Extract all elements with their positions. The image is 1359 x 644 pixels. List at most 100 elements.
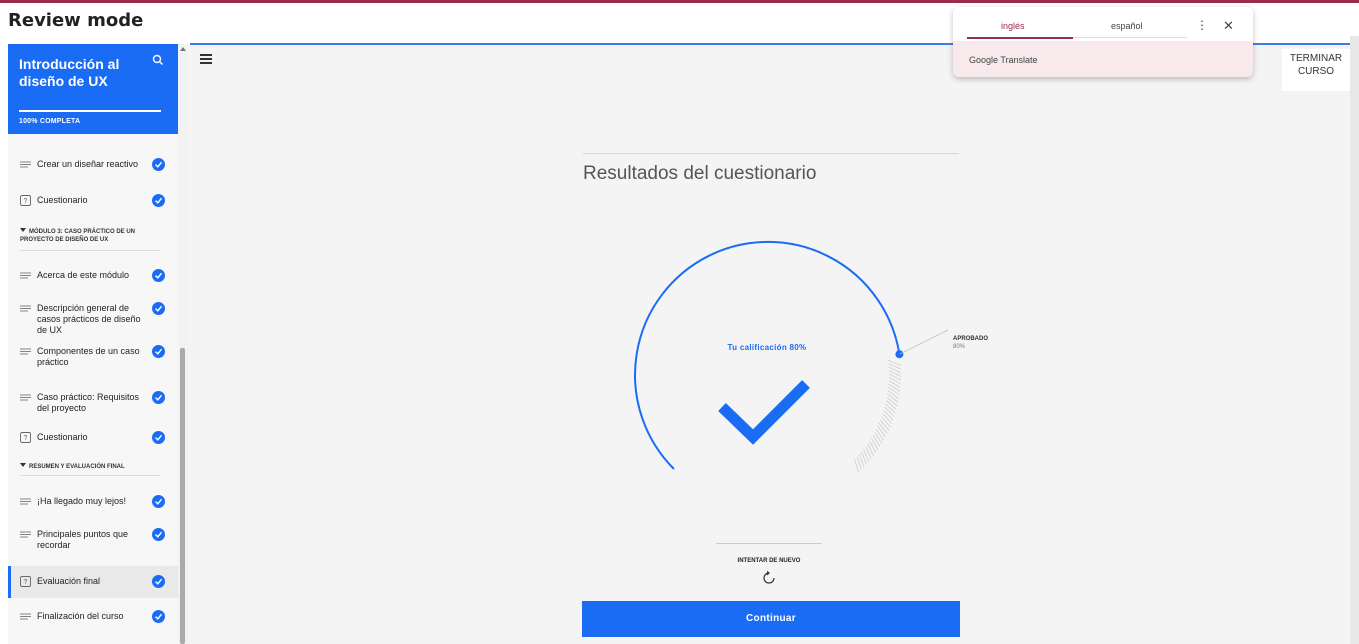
sidebar-item-label: Crear un diseñar reactivo	[37, 159, 139, 169]
lines-icon	[20, 531, 31, 538]
sidebar-item-label: Cuestionario	[37, 432, 88, 442]
hatch-line	[888, 380, 901, 388]
retry-label[interactable]: INTENTAR DE NUEVO	[716, 558, 822, 564]
completed-check-icon	[152, 610, 165, 623]
section-divider	[20, 475, 160, 476]
active-tab-indicator	[967, 37, 1073, 39]
section-divider	[20, 250, 160, 251]
svg-text:?: ?	[24, 198, 28, 205]
tab-divider	[1073, 37, 1187, 38]
tab-target-language[interactable]: español	[1111, 21, 1143, 31]
sidebar-item-label: Acerca de este módulo	[37, 270, 130, 280]
continue-button[interactable]: Continuar	[582, 601, 960, 637]
google-translate-popup: inglés español ⋮ ✕ Google Translate	[953, 7, 1253, 77]
hatch-line	[885, 403, 896, 414]
hatch-line	[887, 390, 900, 399]
search-icon[interactable]	[152, 54, 164, 66]
completed-check-icon	[152, 269, 165, 282]
quiz-icon: ?	[20, 195, 31, 206]
section-header[interactable]: MÓDULO 3: CASO PRÁCTICO DE UN PROYECTO D…	[20, 228, 165, 244]
score-label: Tu calificación 80%	[727, 343, 807, 352]
hatch-line	[854, 459, 859, 473]
completed-check-icon	[152, 528, 165, 541]
caret-down-icon	[20, 463, 26, 467]
sidebar-header: Introducción al diseño de UX 100% COMPLE…	[8, 44, 178, 134]
completed-check-icon	[152, 345, 165, 358]
hatch-line	[883, 410, 894, 421]
lines-icon	[20, 613, 31, 620]
completed-check-icon	[152, 575, 165, 588]
hatch-line	[874, 432, 883, 444]
sidebar-item-label: Cuestionario	[37, 195, 88, 205]
hatch-line	[887, 393, 899, 403]
scroll-up-arrow-icon[interactable]	[180, 47, 186, 51]
quiz-icon: ?	[20, 576, 31, 587]
course-sidebar: Introducción al diseño de UX 100% COMPLE…	[8, 44, 178, 644]
svg-text:?: ?	[24, 435, 28, 442]
hatch-line	[888, 386, 900, 396]
score-arc	[634, 240, 901, 470]
score-gauge	[634, 240, 948, 473]
top-accent-line	[0, 0, 1359, 3]
hatch-line	[875, 429, 885, 441]
course-title: Introducción al diseño de UX	[19, 56, 120, 89]
section-title: RESUMEN Y EVALUACIÓN FINAL	[29, 464, 125, 470]
lines-icon	[20, 394, 31, 401]
sidebar-item-label: Evaluación final	[37, 576, 101, 586]
translate-tabs: inglés español ⋮ ✕	[953, 7, 1253, 41]
sidebar-item-label: Descripción general de casos prácticos d…	[37, 303, 141, 335]
page-scrollbar[interactable]	[1350, 36, 1359, 644]
hatch-line	[888, 370, 902, 377]
menu-icon[interactable]	[200, 54, 212, 64]
retry-icon[interactable]	[762, 571, 776, 585]
hatch-line	[872, 434, 881, 447]
hatch-line	[869, 440, 877, 454]
pass-leader-line	[899, 329, 948, 355]
sidebar-scrollbar[interactable]	[178, 44, 188, 644]
main-content: TERMINAR CURSO Resultados del cuestionar…	[188, 45, 1350, 644]
active-indicator	[8, 566, 11, 598]
more-options-icon[interactable]: ⋮	[1196, 18, 1208, 32]
section-title: MÓDULO 3: CASO PRÁCTICO DE UN PROYECTO D…	[20, 229, 136, 243]
retry-divider	[716, 543, 822, 544]
completed-check-icon	[152, 431, 165, 444]
title-divider	[583, 153, 959, 154]
close-icon[interactable]: ✕	[1223, 18, 1234, 34]
finish-course-button[interactable]: TERMINAR CURSO	[1282, 49, 1350, 91]
sidebar-item-label: Principales puntos que recordar	[37, 529, 129, 550]
lines-icon	[20, 348, 31, 355]
results-title: Resultados del cuestionario	[583, 163, 817, 184]
tab-source-language[interactable]: inglés	[1001, 21, 1025, 31]
hatch-line	[884, 406, 895, 417]
hatch-line	[888, 376, 901, 385]
hatch-line	[870, 437, 879, 451]
scrollbar-thumb[interactable]	[180, 348, 185, 644]
hatch-line	[881, 416, 891, 428]
section-header[interactable]: RESUMEN Y EVALUACIÓN FINAL	[20, 463, 165, 471]
hatch-line	[888, 373, 902, 381]
caret-down-icon	[20, 228, 26, 232]
hatch-line	[886, 397, 898, 407]
sidebar-item-label: ¡Ha llegado muy lejos!	[37, 496, 127, 506]
completed-check-icon	[152, 495, 165, 508]
completed-check-icon	[152, 194, 165, 207]
check-icon	[718, 380, 810, 445]
hatch-line	[888, 383, 901, 392]
pass-threshold-hatch	[854, 359, 902, 473]
completed-check-icon	[152, 302, 165, 315]
google-translate-brand: Google Translate	[969, 55, 1038, 65]
hatch-line	[867, 443, 874, 457]
progress-label: 100% COMPLETA	[19, 118, 81, 125]
completed-check-icon	[152, 391, 165, 404]
sidebar-item-label: Finalización del curso	[37, 611, 124, 621]
pass-label: APROBADO	[953, 336, 989, 342]
hatch-line	[878, 422, 888, 435]
completed-check-icon	[152, 158, 165, 171]
progress-bar	[19, 110, 161, 112]
hatch-line	[880, 419, 890, 431]
hatch-line	[888, 366, 902, 374]
lines-icon	[20, 272, 31, 279]
lines-icon	[20, 498, 31, 505]
hatch-line	[877, 425, 886, 438]
review-mode-label: Review mode	[8, 10, 144, 31]
